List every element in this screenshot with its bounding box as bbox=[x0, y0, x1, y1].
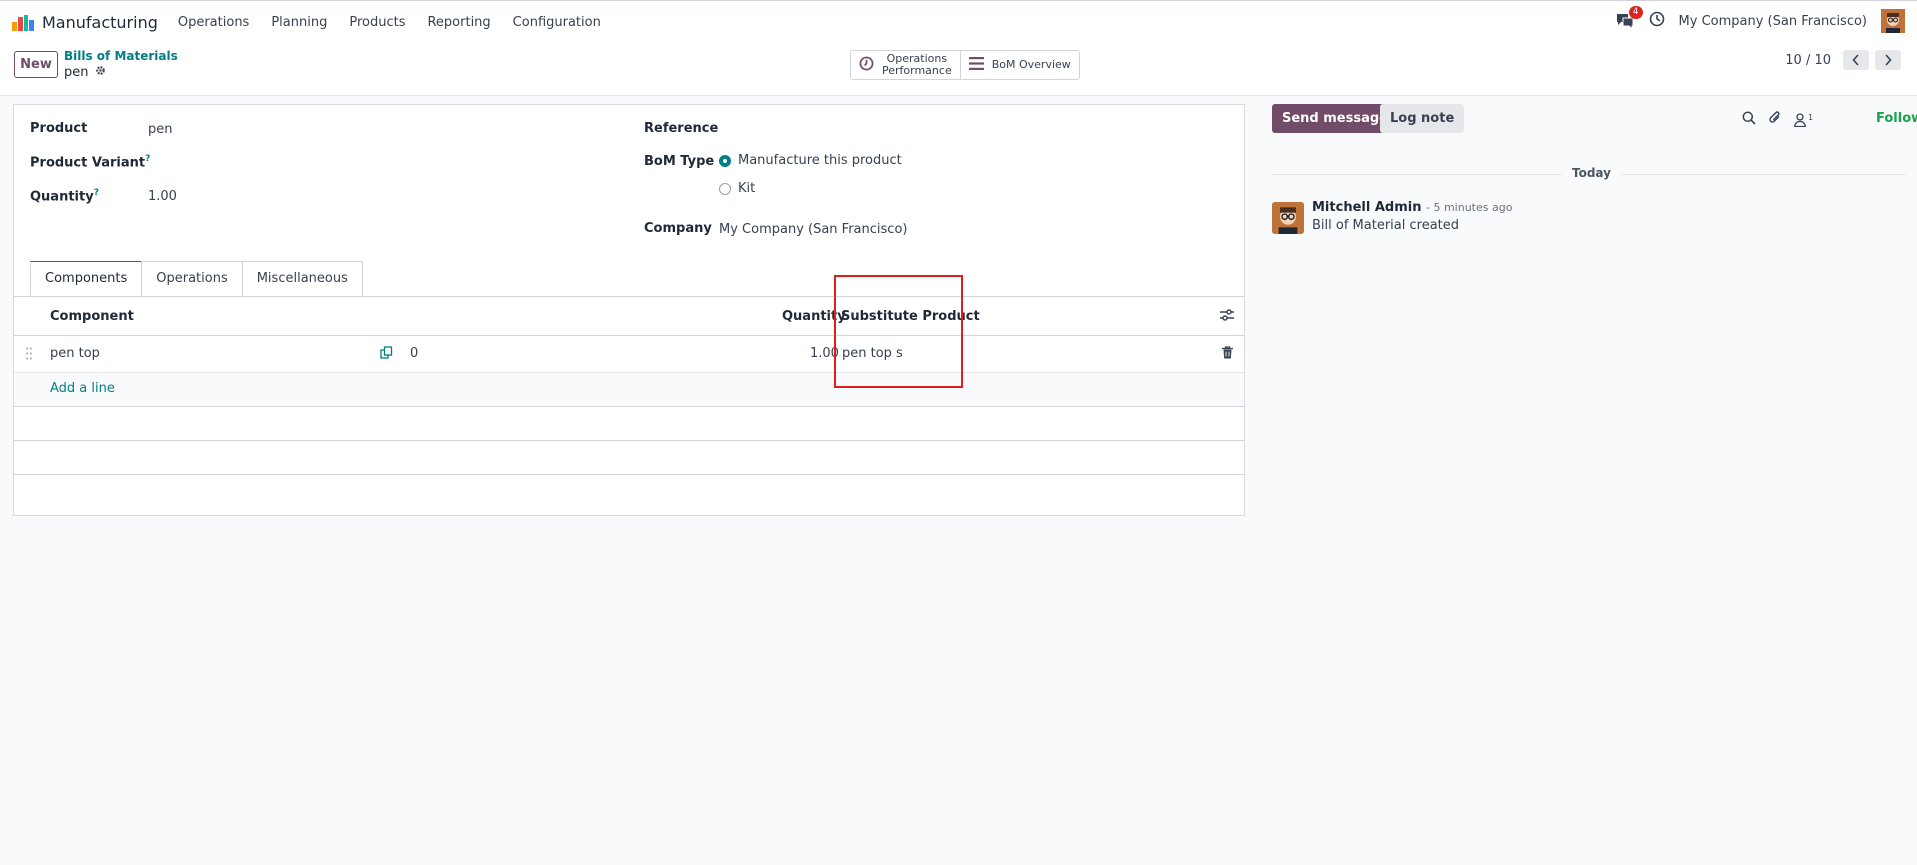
bom-type-label: BoM Type bbox=[644, 154, 715, 169]
activity-clock-icon[interactable] bbox=[1649, 11, 1665, 31]
component-cell[interactable]: pen top bbox=[50, 346, 100, 361]
product-variant-label: Product Variant? bbox=[30, 154, 151, 171]
product-variants-icon[interactable] bbox=[380, 346, 393, 363]
empty-row bbox=[14, 441, 1244, 475]
new-button[interactable]: New bbox=[14, 51, 58, 78]
add-line-row: Add a line bbox=[14, 373, 1244, 407]
bom-overview-button[interactable]: BoM Overview bbox=[959, 51, 1079, 79]
menu-reporting[interactable]: Reporting bbox=[427, 15, 490, 30]
operations-performance-button[interactable]: Operations Performance bbox=[851, 51, 960, 79]
app-name[interactable]: Manufacturing bbox=[42, 13, 158, 32]
followers-count: 1 bbox=[1808, 112, 1814, 122]
components-table-header: Component Quantity Substitute Product bbox=[14, 297, 1244, 336]
main-menu: Operations Planning Products Reporting C… bbox=[178, 15, 623, 30]
log-note-button[interactable]: Log note bbox=[1380, 104, 1465, 133]
author-name[interactable]: Mitchell Admin bbox=[1312, 200, 1421, 215]
message-author: Mitchell Admin - 5 minutes ago bbox=[1312, 200, 1512, 215]
highlight-box bbox=[834, 275, 963, 388]
radio-manufacture[interactable] bbox=[719, 155, 731, 167]
tab-operations[interactable]: Operations bbox=[141, 261, 243, 297]
add-a-line-link[interactable]: Add a line bbox=[50, 381, 115, 396]
pager-previous-button[interactable] bbox=[1843, 50, 1869, 70]
bom-type-kit-label[interactable]: Kit bbox=[738, 181, 755, 196]
bom-form-sheet: Product pen Product Variant? Quantity? 1… bbox=[13, 104, 1245, 516]
manufacturing-app-icon[interactable] bbox=[12, 14, 34, 31]
clock-icon bbox=[859, 56, 874, 74]
record-title: pen bbox=[64, 65, 106, 80]
trash-icon[interactable] bbox=[1222, 346, 1233, 363]
operations-performance-label-2: Performance bbox=[882, 64, 952, 77]
search-icon[interactable] bbox=[1742, 111, 1756, 129]
product-label: Product bbox=[30, 121, 88, 136]
radio-kit[interactable] bbox=[719, 183, 731, 195]
menu-products[interactable]: Products bbox=[349, 15, 405, 30]
date-separator-label: Today bbox=[1562, 166, 1621, 180]
bom-type-manufacture-label[interactable]: Manufacture this product bbox=[738, 153, 902, 168]
menu-operations[interactable]: Operations bbox=[178, 15, 249, 30]
help-tooltip-icon[interactable]: ? bbox=[94, 188, 99, 198]
notification-badge: 4 bbox=[1628, 6, 1643, 19]
empty-row bbox=[14, 407, 1244, 441]
chevron-right-icon bbox=[1885, 54, 1892, 66]
message-time: - 5 minutes ago bbox=[1425, 201, 1513, 214]
product-field[interactable]: pen bbox=[148, 122, 173, 137]
user-avatar[interactable] bbox=[1881, 9, 1905, 33]
record-name: pen bbox=[64, 65, 89, 80]
gear-icon[interactable] bbox=[95, 65, 106, 80]
company-field[interactable]: My Company (San Francisco) bbox=[719, 222, 907, 237]
quantity-field[interactable]: 1.00 bbox=[148, 189, 177, 204]
control-panel: New Bills of Materials pen Operations Pe… bbox=[0, 44, 1917, 96]
chatter-topbar-icons: 1 bbox=[1742, 110, 1813, 129]
company-label: Company bbox=[644, 221, 712, 236]
paperclip-icon[interactable] bbox=[1768, 110, 1782, 129]
optional-columns-icon[interactable] bbox=[1220, 309, 1234, 325]
breadcrumb-bills-of-materials[interactable]: Bills of Materials bbox=[64, 49, 178, 63]
column-component[interactable]: Component bbox=[50, 309, 134, 324]
author-avatar[interactable] bbox=[1272, 202, 1304, 234]
chevron-left-icon bbox=[1852, 54, 1859, 66]
message-body: Bill of Material created bbox=[1312, 218, 1460, 233]
systray: 4 My Company (San Francisco) bbox=[1615, 6, 1905, 33]
quantity-label: Quantity? bbox=[30, 188, 99, 205]
bom-overview-label: BoM Overview bbox=[991, 58, 1071, 71]
messaging-icon[interactable]: 4 bbox=[1615, 6, 1643, 31]
company-switcher[interactable]: My Company (San Francisco) bbox=[1679, 14, 1867, 29]
notebook-tabs: Components Operations Miscellaneous bbox=[30, 261, 363, 297]
reference-field[interactable] bbox=[719, 121, 1219, 139]
drag-handle-icon[interactable] bbox=[26, 347, 32, 364]
pager-value[interactable]: 10 / 10 bbox=[1785, 53, 1831, 68]
pager-next-button[interactable] bbox=[1875, 50, 1901, 70]
list-icon bbox=[968, 57, 984, 73]
table-row[interactable]: pen top 0 1.00 pen top s bbox=[14, 336, 1244, 373]
product-variant-field[interactable] bbox=[148, 154, 598, 172]
tab-miscellaneous[interactable]: Miscellaneous bbox=[241, 261, 363, 297]
smart-buttons: Operations Performance BoM Overview bbox=[850, 50, 1080, 80]
pager: 10 / 10 bbox=[1785, 50, 1901, 70]
top-navbar: Manufacturing Operations Planning Produc… bbox=[0, 0, 1917, 44]
reference-label: Reference bbox=[644, 121, 719, 136]
menu-configuration[interactable]: Configuration bbox=[513, 15, 601, 30]
following-button[interactable]: Following bbox=[1876, 111, 1917, 126]
user-icon bbox=[1794, 112, 1806, 127]
tab-components[interactable]: Components bbox=[30, 261, 143, 297]
followers-button[interactable]: 1 bbox=[1794, 113, 1813, 127]
variant-count-cell: 0 bbox=[410, 346, 419, 361]
menu-planning[interactable]: Planning bbox=[271, 15, 327, 30]
